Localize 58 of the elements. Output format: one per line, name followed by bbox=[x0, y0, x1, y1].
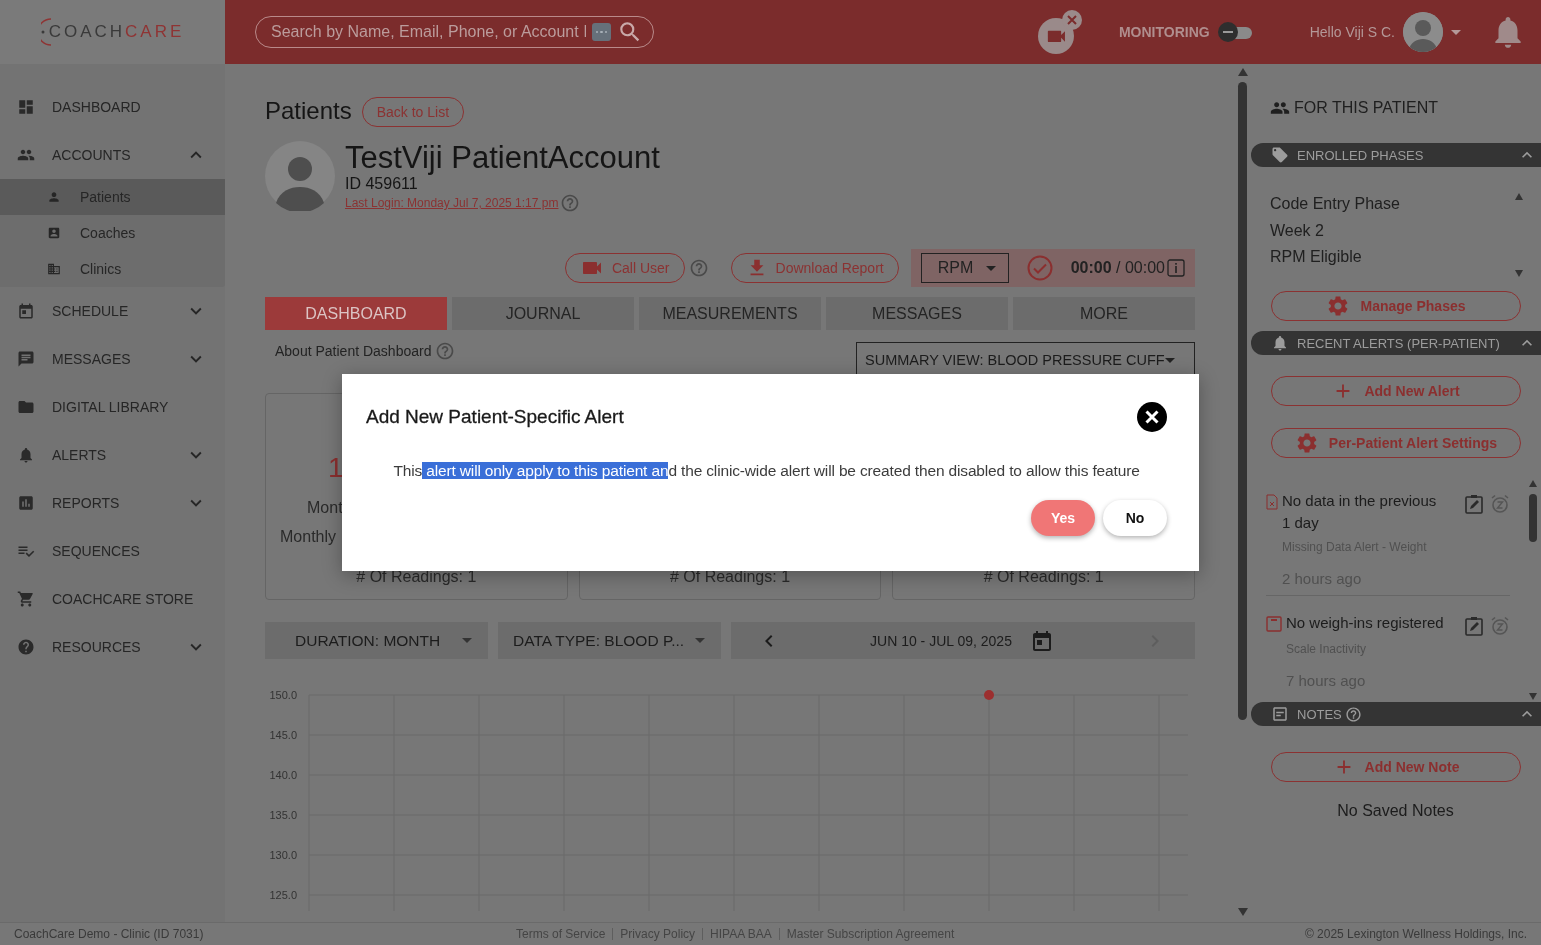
patient-id: ID 459611 bbox=[345, 175, 419, 193]
axis-tick-label: 145.0 bbox=[269, 729, 297, 741]
timer: 00:00 / 00:00 bbox=[1070, 259, 1165, 277]
card-value: 1 bbox=[328, 452, 344, 484]
section-title: ENROLLED PHASES bbox=[1297, 147, 1424, 163]
sidebar-item[interactable]: ACCOUNTS bbox=[0, 131, 225, 179]
sidebar-item[interactable]: REPORTS bbox=[0, 479, 225, 527]
date-range: JUN 10 - JUL 09, 2025 bbox=[870, 632, 1012, 649]
phase-item: Code Entry Phase bbox=[1270, 194, 1401, 214]
axis-tick-label: 135.0 bbox=[269, 809, 297, 821]
dialog-title: Add New Patient-Specific Alert bbox=[366, 406, 624, 428]
patient-name: TestViji PatientAccount bbox=[345, 141, 660, 175]
section-header[interactable]: NOTES bbox=[1251, 702, 1541, 726]
tab[interactable]: MEASUREMENTS bbox=[639, 297, 821, 330]
axis-tick-label: 140.0 bbox=[269, 769, 297, 781]
sidebar-item[interactable]: DIGITAL LIBRARY bbox=[0, 383, 225, 431]
greeting: Hello Viji S C. bbox=[1309, 24, 1395, 40]
axis-tick-label: 130.0 bbox=[269, 849, 297, 861]
clinic-label: CoachCare Demo - Clinic (ID 7031) bbox=[14, 927, 205, 941]
no-button[interactable]: No bbox=[1103, 500, 1167, 536]
tab[interactable]: DASHBOARD bbox=[265, 297, 447, 330]
last-login-link[interactable]: Last Login: Monday Jul 7, 2025 1:17 pm bbox=[345, 196, 559, 210]
empty-notes-message: No Saved Notes bbox=[1336, 802, 1455, 820]
page-title: Patients bbox=[265, 97, 352, 125]
logo: COACH CARE bbox=[40, 17, 185, 47]
card-label: Monthly bbox=[280, 528, 337, 546]
section-title: NOTES bbox=[1297, 706, 1342, 722]
phase-item: RPM Eligible bbox=[1270, 247, 1363, 267]
card-label: Mont bbox=[307, 499, 343, 517]
alert-title: No data in the previous 1 day bbox=[1282, 491, 1438, 533]
copyright: © 2025 Lexington Wellness Holdings, Inc. bbox=[1304, 927, 1527, 941]
sidebar-item[interactable]: SEQUENCES bbox=[0, 527, 225, 575]
tab[interactable]: MORE bbox=[1013, 297, 1195, 330]
section-header[interactable]: ENROLLED PHASES bbox=[1251, 143, 1541, 167]
about-label: About Patient Dashboard bbox=[275, 343, 432, 359]
sidebar-subitem[interactable]: Clinics bbox=[0, 251, 225, 287]
sidebar-item[interactable]: SCHEDULE bbox=[0, 287, 225, 335]
panel-title: FOR THIS PATIENT bbox=[1294, 99, 1438, 117]
yes-button[interactable]: Yes bbox=[1031, 500, 1095, 536]
tab[interactable]: MESSAGES bbox=[826, 297, 1008, 330]
axis-tick-label: 150.0 bbox=[269, 689, 297, 701]
sidebar-item[interactable]: COACHCARE STORE bbox=[0, 575, 225, 623]
dialog-message: This alert will only apply to this patient and the clinic-wide alert will be created then disabled to allow this feature bbox=[392, 462, 1141, 480]
program-select[interactable]: RPM bbox=[920, 253, 1009, 283]
monitoring-label: MONITORING bbox=[1118, 24, 1210, 40]
tab[interactable]: JOURNAL bbox=[452, 297, 634, 330]
sidebar-item[interactable]: MESSAGES bbox=[0, 335, 225, 383]
sidebar-subitem[interactable]: Coaches bbox=[0, 215, 225, 251]
axis-tick-label: 125.0 bbox=[269, 889, 297, 901]
sidebar-item[interactable]: DASHBOARD bbox=[0, 83, 225, 131]
sidebar-item[interactable]: ALERTS bbox=[0, 431, 225, 479]
data-type-select[interactable]: DATA TYPE: BLOOD P... bbox=[498, 622, 721, 659]
duration-select[interactable]: DURATION: MONTH bbox=[265, 622, 488, 659]
sidebar-item[interactable]: RESOURCES bbox=[0, 623, 225, 671]
section-header[interactable]: RECENT ALERTS (PER-PATIENT) bbox=[1251, 331, 1541, 355]
phase-item: Week 2 bbox=[1270, 220, 1325, 241]
section-title: RECENT ALERTS (PER-PATIENT) bbox=[1297, 335, 1500, 351]
alert-title: No weigh-ins registered bbox=[1286, 613, 1445, 633]
